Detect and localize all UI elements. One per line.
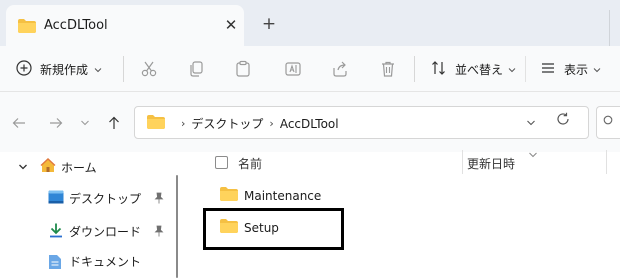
sidebar-item-desktop[interactable]: デスクトップ xyxy=(48,190,141,207)
folder-icon xyxy=(147,115,165,132)
column-divider[interactable] xyxy=(462,150,463,174)
sidebar-item-documents[interactable]: ドキュメント xyxy=(48,252,141,278)
toolbar-divider xyxy=(525,56,526,82)
refresh-icon[interactable] xyxy=(556,112,570,129)
annotation-highlight-box xyxy=(203,208,344,250)
file-name: Maintenance xyxy=(244,188,322,203)
sort-icon xyxy=(431,60,447,79)
new-tab-button[interactable]: + xyxy=(257,12,281,36)
sidebar-item-label: ドキュメント xyxy=(69,255,142,269)
column-header-date-modified[interactable]: 更新日時 xyxy=(467,155,515,172)
sidebar-item-label: ホーム xyxy=(61,160,97,175)
view-button-label: 表示 xyxy=(564,62,589,77)
column-divider[interactable] xyxy=(606,150,607,174)
address-history-dropdown[interactable] xyxy=(526,116,536,130)
toolbar-divider xyxy=(123,56,124,82)
breadcrumb-accdltool[interactable]: AccDLTool xyxy=(280,117,339,131)
tab-strip: AccDLTool ✕ + xyxy=(0,0,620,46)
chevron-down-icon xyxy=(593,62,601,76)
search-icon xyxy=(603,115,615,131)
address-bar[interactable]: › デスクトップ › AccDLTool xyxy=(134,106,589,139)
list-item[interactable]: Maintenance xyxy=(220,187,321,204)
desktop-icon xyxy=(48,190,64,207)
column-header-name[interactable]: 名前 xyxy=(238,155,262,172)
tab-title: AccDLTool xyxy=(44,18,108,33)
sort-button-label: 並べ替え xyxy=(455,62,504,77)
up-button[interactable] xyxy=(103,112,125,134)
chevron-down-icon xyxy=(508,62,516,76)
download-icon xyxy=(48,222,64,241)
window-edge xyxy=(609,10,620,46)
navigation-pane-scrollbar[interactable] xyxy=(176,175,178,278)
chevron-down-icon xyxy=(528,148,538,162)
chevron-down-icon[interactable] xyxy=(18,160,28,174)
forward-button[interactable] xyxy=(45,112,67,134)
chevron-right-icon: › xyxy=(181,117,186,130)
sidebar-item-downloads[interactable]: ダウンロード xyxy=(48,222,141,241)
toolbar-divider xyxy=(414,56,415,82)
folder-icon xyxy=(220,187,238,204)
documents-icon xyxy=(48,254,62,273)
list-view-icon xyxy=(540,60,556,79)
back-button[interactable] xyxy=(8,112,30,134)
delete-icon[interactable] xyxy=(377,58,399,80)
home-icon xyxy=(40,158,56,176)
search-input[interactable] xyxy=(596,106,620,139)
chevron-right-icon: › xyxy=(269,117,274,130)
view-button[interactable]: 表示 xyxy=(540,58,601,80)
pin-icon[interactable] xyxy=(154,192,164,207)
sidebar-item-label: デスクトップ xyxy=(69,192,142,206)
command-bar: 新規作成 並べ替え 表示 xyxy=(0,46,620,92)
copy-icon[interactable] xyxy=(185,58,207,80)
new-button-label: 新規作成 xyxy=(40,62,89,77)
navigation-bar: › デスクトップ › AccDLTool xyxy=(0,92,620,152)
folder-icon xyxy=(18,19,36,36)
chevron-down-icon xyxy=(94,62,102,76)
sidebar-item-home[interactable]: ホーム xyxy=(18,158,97,176)
close-tab-button[interactable]: ✕ xyxy=(219,13,243,37)
sidebar-item-label: ダウンロード xyxy=(69,225,142,239)
select-all-checkbox[interactable] xyxy=(215,156,228,169)
breadcrumb-desktop[interactable]: デスクトップ xyxy=(191,115,263,132)
pin-icon[interactable] xyxy=(154,225,164,240)
new-button[interactable]: 新規作成 xyxy=(16,58,102,80)
tab-accdltool[interactable]: AccDLTool ✕ xyxy=(6,5,244,46)
cut-icon[interactable] xyxy=(138,58,160,80)
paste-icon[interactable] xyxy=(232,58,254,80)
share-icon[interactable] xyxy=(329,58,351,80)
recent-locations-button[interactable] xyxy=(74,112,96,134)
rename-icon[interactable] xyxy=(282,58,304,80)
add-circle-icon xyxy=(16,59,32,79)
breadcrumb: › デスクトップ › AccDLTool xyxy=(175,115,339,132)
sort-button[interactable]: 並べ替え xyxy=(431,58,516,80)
